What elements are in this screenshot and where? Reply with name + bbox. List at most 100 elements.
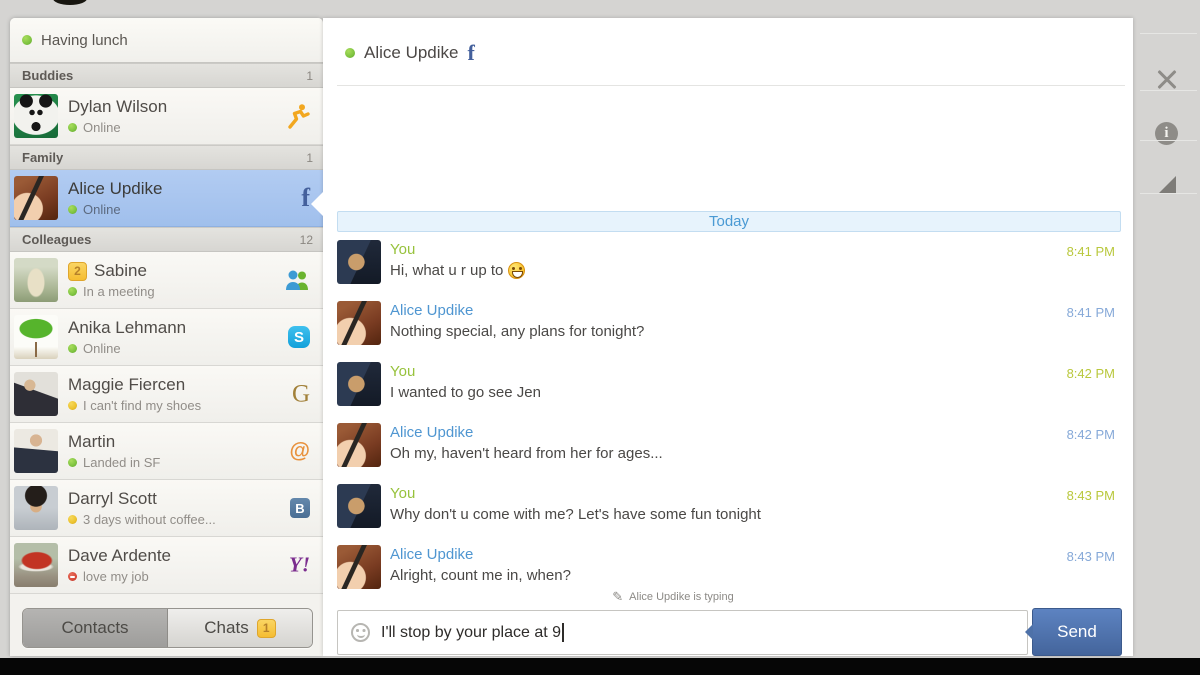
date-divider-label: Today <box>709 213 749 230</box>
presence-dot-online <box>68 287 77 296</box>
my-status-row[interactable]: Having lunch <box>10 18 323 63</box>
avatar <box>337 362 381 406</box>
chat-header: Alice Updike f <box>345 42 475 64</box>
sidebar-tabbar: Contacts Chats 1 <box>22 608 313 648</box>
my-status-text: Having lunch <box>41 32 128 49</box>
chats-unread-badge: 1 <box>257 619 276 638</box>
avatar <box>14 486 58 530</box>
facebook-icon: f <box>301 185 310 211</box>
contact-dave-ardente[interactable]: Dave Ardente love my job Y! <box>10 537 323 594</box>
presence-dot-away <box>68 401 77 410</box>
presence-dot-online <box>68 123 77 132</box>
avatar <box>14 94 58 138</box>
send-button[interactable]: Send <box>1032 608 1122 656</box>
contact-name: Sabine <box>94 261 147 281</box>
typing-indicator: ✎ Alice Updike is typing <box>323 590 1023 603</box>
avatar <box>14 315 58 359</box>
presence-dot-online <box>68 458 77 467</box>
contact-name: Maggie Fiercen <box>68 375 323 395</box>
message-input-value: I'll stop by your place at 9 <box>381 624 561 642</box>
vk-icon: B <box>290 498 310 518</box>
group-label: Buddies <box>22 68 306 83</box>
contact-status: 3 days without coffee... <box>83 512 216 527</box>
resize-button[interactable] <box>1133 158 1200 211</box>
avatar <box>14 543 58 587</box>
message-text: Nothing special, any plans for tonight? <box>390 323 644 340</box>
contact-name: Alice Updike <box>68 179 323 199</box>
contact-status: I can't find my shoes <box>83 398 201 413</box>
avatar <box>337 301 381 345</box>
contact-anika-lehmann[interactable]: Anika Lehmann Online S <box>10 309 323 366</box>
tab-contacts[interactable]: Contacts <box>23 609 168 647</box>
resize-corner-icon <box>1158 176 1176 194</box>
contact-status: Landed in SF <box>83 455 160 470</box>
toolbar-divider <box>1140 90 1197 91</box>
presence-dot-away <box>68 515 77 524</box>
tab-contacts-label: Contacts <box>61 618 128 638</box>
message-row: You Hi, what u r up to 8:41 PM <box>337 240 1133 298</box>
toolbar-divider <box>1140 193 1197 194</box>
group-count: 1 <box>306 69 313 83</box>
emoticon-smiley-icon[interactable] <box>351 623 370 642</box>
avatar <box>337 240 381 284</box>
contact-alice-updike[interactable]: Alice Updike Online f <box>10 170 323 227</box>
close-button[interactable] <box>1133 51 1200 107</box>
contact-martin[interactable]: Martin Landed in SF @ <box>10 423 323 480</box>
avatar <box>14 429 58 473</box>
avatar <box>14 176 58 220</box>
msn-icon <box>285 269 310 291</box>
group-header-buddies[interactable]: Buddies 1 <box>10 63 323 88</box>
message-text: Alright, count me in, when? <box>390 567 571 584</box>
unread-badge: 2 <box>68 262 87 281</box>
contact-status: Online <box>83 341 121 356</box>
message-sender: Alice Updike <box>390 302 473 319</box>
message-sender: Alice Updike <box>390 424 473 441</box>
message-time: 8:43 PM <box>1067 488 1115 503</box>
my-presence-dot <box>22 35 32 45</box>
group-header-colleagues[interactable]: Colleagues 12 <box>10 227 323 252</box>
right-toolbar: i <box>1133 18 1200 658</box>
message-input[interactable]: I'll stop by your place at 9 <box>337 610 1028 655</box>
chat-contact-name: Alice Updike <box>364 43 459 63</box>
contact-darryl-scott[interactable]: Darryl Scott 3 days without coffee... B <box>10 480 323 537</box>
group-label: Colleagues <box>22 232 300 247</box>
message-time: 8:42 PM <box>1067 366 1115 381</box>
contact-maggie-fiercen[interactable]: Maggie Fiercen I can't find my shoes G <box>10 366 323 423</box>
message-sender: Alice Updike <box>390 546 473 563</box>
message-text: Oh my, haven't heard from her for ages..… <box>390 445 663 462</box>
contact-sabine[interactable]: 2Sabine In a meeting <box>10 252 323 309</box>
avatar <box>14 372 58 416</box>
tab-chats[interactable]: Chats 1 <box>168 609 312 647</box>
group-count: 1 <box>306 151 313 165</box>
text-caret <box>562 623 564 642</box>
contact-name: Darryl Scott <box>68 489 323 509</box>
app-screen: Having lunch Buddies 1 Dylan Wilson Onli… <box>0 0 1200 675</box>
toolbar-divider <box>1140 33 1197 34</box>
message-row: Alice Updike Oh my, haven't heard from h… <box>337 423 1133 481</box>
contact-status: Online <box>83 120 121 135</box>
message-row: You Why don't u come with me? Let's have… <box>337 484 1133 542</box>
message-text: I wanted to go see Jen <box>390 384 541 401</box>
group-header-family[interactable]: Family 1 <box>10 145 323 170</box>
toolbar-divider <box>1140 140 1197 141</box>
message-sender: You <box>390 485 415 502</box>
contact-status: love my job <box>83 569 149 584</box>
send-button-label: Send <box>1057 622 1097 642</box>
avatar <box>337 545 381 589</box>
close-icon <box>1155 67 1179 91</box>
presence-dot-online <box>345 48 355 58</box>
contact-name: Dave Ardente <box>68 546 323 566</box>
message-sender: You <box>390 363 415 380</box>
message-time: 8:43 PM <box>1067 549 1115 564</box>
group-count: 12 <box>300 233 313 247</box>
info-button[interactable]: i <box>1133 108 1200 158</box>
mailru-agent-icon: @ <box>290 441 310 462</box>
group-label: Family <box>22 150 306 165</box>
contact-status: Online <box>83 202 121 217</box>
presence-dot-online <box>68 205 77 214</box>
contact-dylan-wilson[interactable]: Dylan Wilson Online <box>10 88 323 145</box>
chat-panel: Alice Updike f Today You Hi, what u r up… <box>323 18 1133 656</box>
message-time: 8:41 PM <box>1067 244 1115 259</box>
message-text: Why don't u come with me? Let's have som… <box>390 506 761 523</box>
message-time: 8:41 PM <box>1067 305 1115 320</box>
